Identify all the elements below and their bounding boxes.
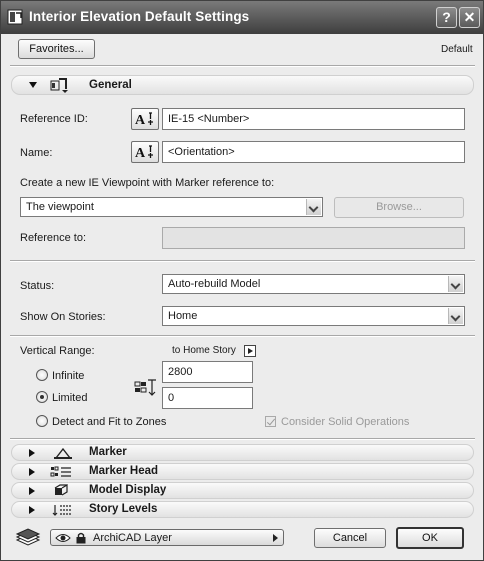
default-label: Default xyxy=(441,44,473,55)
interior-elevation-icon xyxy=(7,9,23,25)
vertical-range-label: Vertical Range: xyxy=(20,345,95,357)
marker-label: Marker xyxy=(89,446,127,458)
general-section-header[interactable]: General xyxy=(11,75,474,95)
show-on-stories-label: Show On Stories: xyxy=(20,311,106,323)
collapse-arrow-icon xyxy=(29,82,37,88)
expand-arrow-icon xyxy=(29,506,35,514)
divider xyxy=(10,260,475,262)
divider xyxy=(10,438,475,440)
chevron-right-icon xyxy=(273,534,278,542)
marker-head-icon xyxy=(50,466,71,477)
vertical-range-icon xyxy=(134,379,156,396)
story-levels-section-header[interactable]: Story Levels xyxy=(11,501,474,518)
model-display-label: Model Display xyxy=(89,484,167,496)
infinite-label: Infinite xyxy=(52,370,85,382)
text-style-button[interactable]: A xyxy=(131,141,159,163)
reference-id-label: Reference ID: xyxy=(20,113,88,125)
layers-icon xyxy=(15,528,41,546)
title-bar[interactable]: Interior Elevation Default Settings ? ✕ xyxy=(1,1,483,34)
expand-arrow-icon xyxy=(29,468,35,476)
layer-name: ArchiCAD Layer xyxy=(93,532,172,544)
marker-head-section-header[interactable]: Marker Head xyxy=(11,463,474,480)
text-style-button[interactable]: A xyxy=(131,108,159,130)
svg-text:A: A xyxy=(135,146,146,161)
story-popup-button[interactable] xyxy=(244,345,256,357)
story-levels-icon xyxy=(52,505,72,516)
chevron-down-icon xyxy=(448,308,463,324)
browse-button[interactable]: Browse... xyxy=(334,197,464,218)
limited-radio[interactable] xyxy=(36,391,48,403)
consider-solid-checkbox xyxy=(265,416,276,427)
model-display-section-header[interactable]: Model Display xyxy=(11,482,474,499)
viewpoint-select-value: The viewpoint xyxy=(26,201,94,213)
detect-fit-zones-radio[interactable] xyxy=(36,415,48,427)
top-level-field[interactable]: 2800 xyxy=(162,361,253,383)
detect-fit-zones-label: Detect and Fit to Zones xyxy=(52,416,167,428)
cancel-button[interactable]: Cancel xyxy=(314,528,386,548)
reference-to-field xyxy=(162,227,465,249)
consider-solid-label: Consider Solid Operations xyxy=(281,416,410,428)
reference-to-label: Reference to: xyxy=(20,232,87,244)
text-style-icon: A xyxy=(135,145,153,161)
show-on-stories-value: Home xyxy=(168,310,198,322)
show-on-stories-select[interactable]: Home xyxy=(162,306,465,326)
name-field[interactable]: <Orientation> xyxy=(162,141,465,163)
eye-icon xyxy=(55,534,71,542)
to-story-label: to Home Story xyxy=(172,345,236,356)
status-select-value: Auto-rebuild Model xyxy=(168,278,261,290)
text-style-icon: A xyxy=(135,112,153,128)
create-viewpoint-label: Create a new IE Viewpoint with Marker re… xyxy=(20,177,275,189)
general-label: General xyxy=(89,79,132,91)
story-levels-label: Story Levels xyxy=(89,503,158,515)
svg-text:A: A xyxy=(135,113,146,128)
ok-button[interactable]: OK xyxy=(396,527,464,549)
expand-arrow-icon xyxy=(29,449,35,457)
limited-label: Limited xyxy=(52,392,88,404)
reference-id-field[interactable]: IE-15 <Number> xyxy=(162,108,465,130)
marker-icon xyxy=(54,447,72,459)
divider xyxy=(10,335,475,337)
window-title: Interior Elevation Default Settings xyxy=(29,9,250,24)
status-select[interactable]: Auto-rebuild Model xyxy=(162,274,465,294)
favorites-button[interactable]: Favorites... xyxy=(18,39,95,59)
bottom-level-field[interactable]: 0 xyxy=(162,387,253,409)
chevron-down-icon xyxy=(306,199,321,215)
help-button[interactable]: ? xyxy=(436,7,457,28)
divider xyxy=(10,65,475,67)
name-label: Name: xyxy=(20,147,53,159)
layer-select[interactable]: ArchiCAD Layer xyxy=(50,529,284,546)
lock-icon xyxy=(76,532,86,544)
model-display-icon xyxy=(54,484,68,496)
expand-arrow-icon xyxy=(29,487,35,495)
infinite-radio[interactable] xyxy=(36,369,48,381)
status-label: Status: xyxy=(20,280,55,292)
close-button[interactable]: ✕ xyxy=(459,7,480,28)
chevron-down-icon xyxy=(448,276,463,292)
viewpoint-select[interactable]: The viewpoint xyxy=(20,197,323,217)
dialog-window: Interior Elevation Default Settings ? ✕ … xyxy=(0,0,484,561)
marker-head-label: Marker Head xyxy=(89,465,159,477)
general-settings-icon xyxy=(50,78,68,93)
marker-section-header[interactable]: Marker xyxy=(11,444,474,461)
